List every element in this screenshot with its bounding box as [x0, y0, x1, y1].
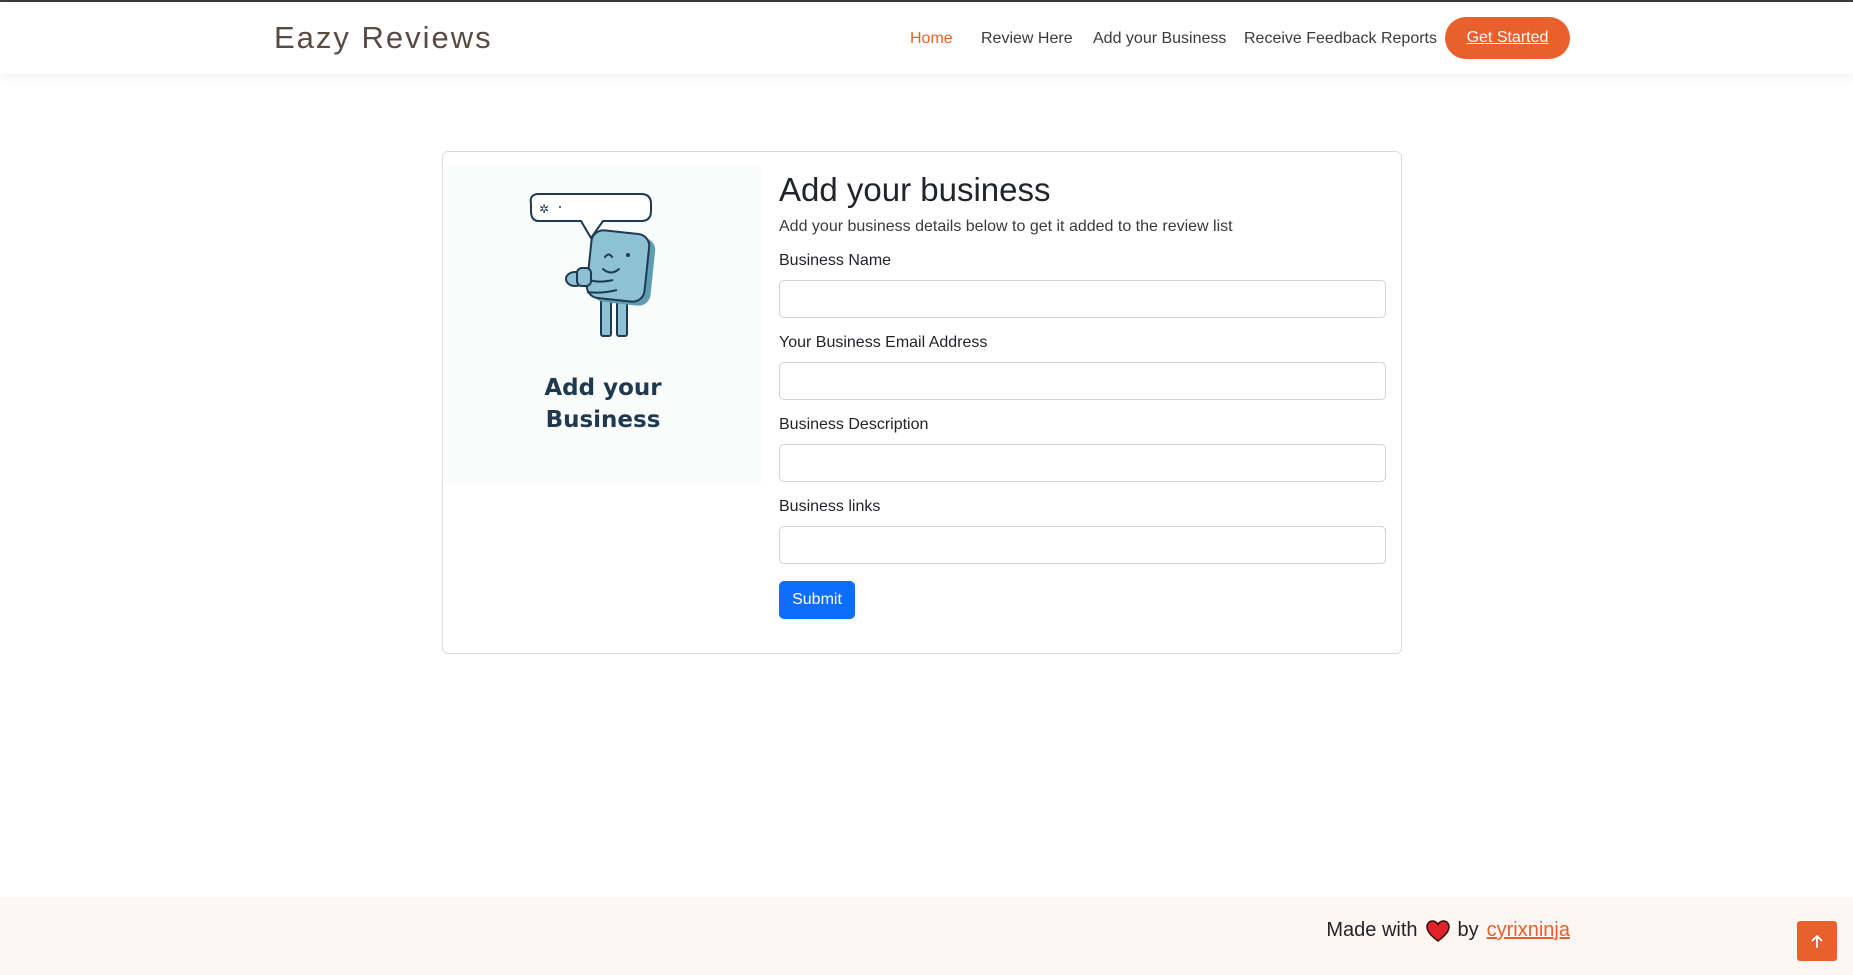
- illustration-caption-line2: Business: [545, 407, 661, 433]
- site-header: Eazy Reviews Home Review Here Add your B…: [0, 2, 1853, 74]
- site-footer: Made with by cyrixninja: [0, 897, 1853, 975]
- main-nav: Home Review Here Add your Business Recei…: [0, 2, 1853, 74]
- business-email-input[interactable]: [779, 362, 1386, 400]
- submit-button[interactable]: Submit: [779, 581, 855, 619]
- nav-link-review-here[interactable]: Review Here: [981, 30, 1073, 48]
- add-business-card: ✲ Add your Business Add your business Ad…: [442, 151, 1402, 654]
- business-email-label: Your Business Email Address: [779, 334, 988, 351]
- arrow-up-icon: [1811, 935, 1823, 948]
- add-business-illustration: ✲ Add your Business: [445, 166, 761, 484]
- illustration-caption: Add your Business: [445, 372, 761, 436]
- page-subtitle: Add your business details below to get i…: [779, 218, 1233, 235]
- business-links-input[interactable]: [779, 526, 1386, 564]
- made-with-text: Made with: [1326, 919, 1418, 941]
- mascot-illustration: ✲: [529, 193, 656, 337]
- business-description-label: Business Description: [779, 416, 929, 433]
- nav-link-home[interactable]: Home: [910, 30, 953, 48]
- nav-link-add-business[interactable]: Add your Business: [1093, 30, 1226, 48]
- page-title: Add your business: [779, 171, 1051, 208]
- svg-text:✲: ✲: [539, 202, 549, 216]
- heart-icon: [1425, 919, 1450, 942]
- add-business-form: Add your business Add your business deta…: [779, 170, 1387, 619]
- author-link[interactable]: cyrixninja: [1487, 919, 1570, 942]
- back-to-top-button[interactable]: [1797, 921, 1837, 961]
- business-name-label: Business Name: [779, 252, 892, 269]
- get-started-button[interactable]: Get Started: [1445, 17, 1570, 59]
- illustration-caption-line1: Add your: [544, 375, 662, 401]
- business-links-label: Business links: [779, 498, 881, 515]
- nav-link-feedback-reports[interactable]: Receive Feedback Reports: [1244, 30, 1437, 48]
- by-text: by: [1457, 919, 1479, 941]
- business-description-input[interactable]: [779, 444, 1386, 482]
- business-name-input[interactable]: [779, 280, 1386, 318]
- footer-credit: Made with by cyrixninja: [1326, 919, 1570, 942]
